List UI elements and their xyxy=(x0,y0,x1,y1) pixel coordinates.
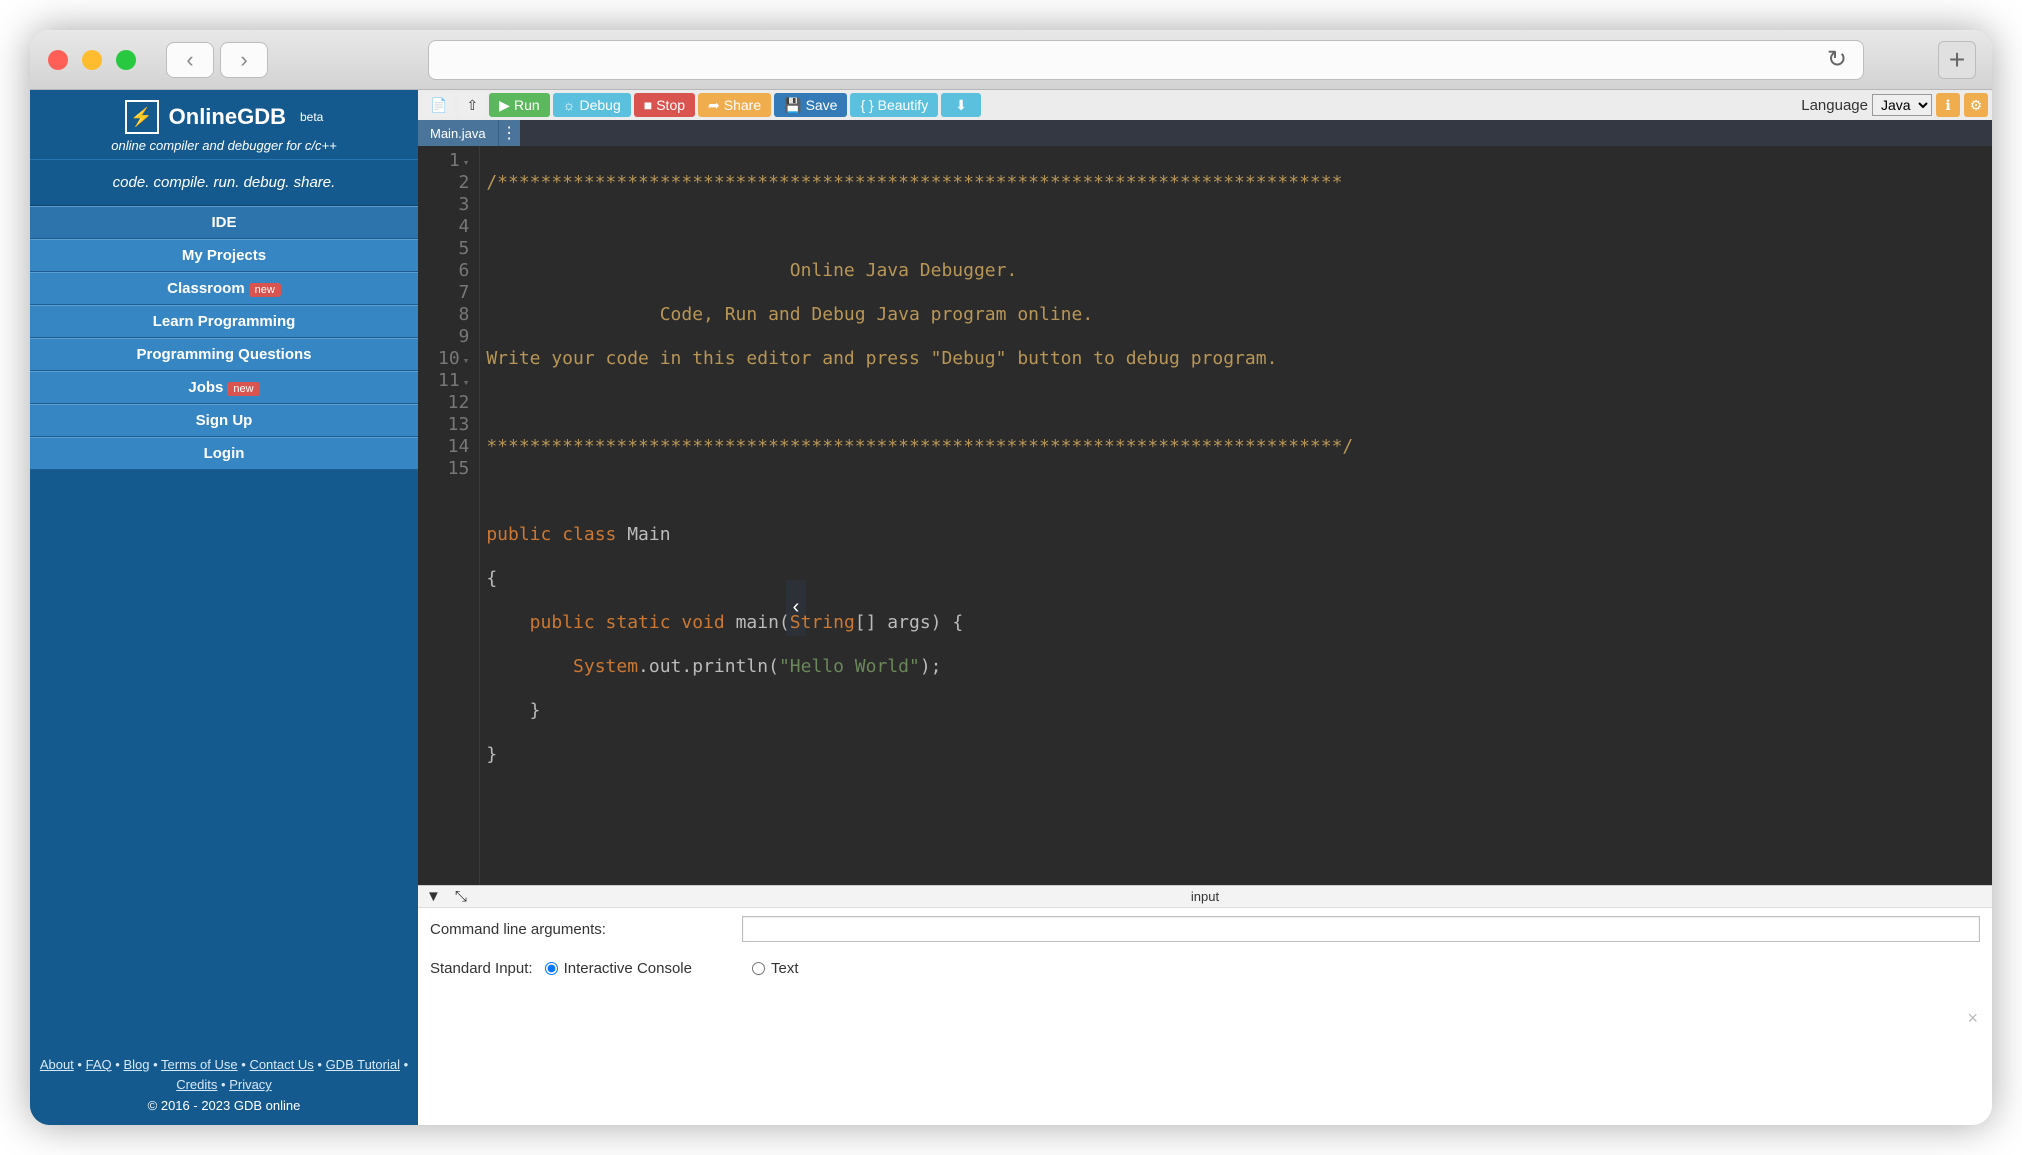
sidebar-item-jobs[interactable]: Jobsnew xyxy=(30,371,418,404)
footer-link-contact[interactable]: Contact Us xyxy=(249,1057,313,1072)
stdin-text-radio[interactable] xyxy=(752,962,765,975)
footer-link-faq[interactable]: FAQ xyxy=(86,1057,112,1072)
footer-link-credits[interactable]: Credits xyxy=(176,1077,217,1092)
share-icon: ➦ xyxy=(708,97,720,114)
brand-name: OnlineGDB xyxy=(169,104,286,130)
chevron-down-icon[interactable]: ▼ xyxy=(426,888,441,905)
main-area: ‹ 📄 ⇧ ▶Run ☼Debug ■Stop ➦Share 💾Save { }… xyxy=(418,90,1992,1125)
beta-badge: beta xyxy=(300,110,323,124)
file-tab-main-java[interactable]: Main.java xyxy=(418,120,498,146)
stdin-interactive-radio[interactable] xyxy=(545,962,558,975)
copyright-text: © 2016 - 2023 GDB online xyxy=(36,1096,412,1117)
stdin-label: Standard Input: xyxy=(430,960,533,977)
forward-button[interactable]: › xyxy=(220,42,268,78)
footer-link-privacy[interactable]: Privacy xyxy=(229,1077,272,1092)
new-badge: new xyxy=(249,283,281,297)
back-button[interactable]: ‹ xyxy=(166,42,214,78)
cmd-args-label: Command line arguments: xyxy=(430,921,606,938)
sidebar-footer: About • FAQ • Blog • Terms of Use • Cont… xyxy=(30,1047,418,1125)
cmd-args-input[interactable] xyxy=(742,916,1980,942)
address-bar[interactable]: ↻ xyxy=(428,40,1864,80)
maximize-window-button[interactable] xyxy=(116,50,136,70)
input-panel: ▼ ⤡ input Command line arguments: Standa… xyxy=(418,885,1992,1125)
sidebar-nav: IDE My Projects Classroomnew Learn Progr… xyxy=(30,206,418,470)
brand-subtitle: online compiler and debugger for c/c++ xyxy=(30,138,418,153)
play-icon: ▶ xyxy=(499,97,510,114)
info-icon: ℹ xyxy=(1945,97,1950,114)
logo-icon: ⚡ xyxy=(125,100,159,134)
stop-button[interactable]: ■Stop xyxy=(634,93,695,117)
footer-link-terms[interactable]: Terms of Use xyxy=(161,1057,238,1072)
tab-menu-button[interactable]: ⋮ xyxy=(498,120,520,146)
stdin-interactive-label: Interactive Console xyxy=(564,960,692,977)
close-panel-button[interactable]: × xyxy=(1967,1008,1978,1029)
expand-icon[interactable]: ⤡ xyxy=(455,888,467,905)
reload-icon[interactable]: ↻ xyxy=(1827,45,1847,74)
upload-icon: ⇧ xyxy=(466,97,478,114)
toolbar: 📄 ⇧ ▶Run ☼Debug ■Stop ➦Share 💾Save { } B… xyxy=(418,90,1992,120)
brand-tagline: code. compile. run. debug. share. xyxy=(30,159,418,206)
new-file-button[interactable]: 📄 xyxy=(422,93,455,117)
save-icon: 💾 xyxy=(784,97,801,114)
file-icon: 📄 xyxy=(430,97,447,114)
line-gutter: 1▾ 2 3 4 5 6 7 8 9 10▾ 11▾ 12 13 14 15 xyxy=(418,146,480,885)
language-select[interactable]: Java xyxy=(1872,94,1932,116)
sidebar-item-programming-questions[interactable]: Programming Questions xyxy=(30,338,418,371)
sidebar-item-login[interactable]: Login xyxy=(30,437,418,470)
footer-link-gdb-tutorial[interactable]: GDB Tutorial xyxy=(326,1057,400,1072)
debug-button[interactable]: ☼Debug xyxy=(553,93,631,117)
beautify-button[interactable]: { } Beautify xyxy=(850,93,938,117)
language-label: Language xyxy=(1801,97,1868,114)
minimize-window-button[interactable] xyxy=(82,50,102,70)
sidebar-item-classroom[interactable]: Classroomnew xyxy=(30,272,418,305)
download-icon: ⬇ xyxy=(955,97,967,114)
sidebar-item-ide[interactable]: IDE xyxy=(30,206,418,239)
settings-button[interactable]: ⚙ xyxy=(1964,93,1988,117)
stop-icon: ■ xyxy=(644,97,652,113)
save-button[interactable]: 💾Save xyxy=(774,93,847,117)
stdin-text-label: Text xyxy=(771,960,799,977)
footer-link-about[interactable]: About xyxy=(40,1057,74,1072)
gear-icon: ⚙ xyxy=(1970,97,1983,114)
info-button[interactable]: ℹ xyxy=(1936,93,1960,117)
debug-icon: ☼ xyxy=(563,97,576,113)
sidebar-item-my-projects[interactable]: My Projects xyxy=(30,239,418,272)
sidebar-item-learn-programming[interactable]: Learn Programming xyxy=(30,305,418,338)
close-window-button[interactable] xyxy=(48,50,68,70)
footer-link-blog[interactable]: Blog xyxy=(123,1057,149,1072)
sidebar: ⚡ OnlineGDB beta online compiler and deb… xyxy=(30,90,418,1125)
code-editor[interactable]: 1▾ 2 3 4 5 6 7 8 9 10▾ 11▾ 12 13 14 15 /… xyxy=(418,146,1992,885)
window-controls xyxy=(48,50,136,70)
file-tabs: Main.java ⋮ xyxy=(418,120,1992,146)
browser-window: ‹ › ↻ + ⚡ OnlineGDB beta online compiler… xyxy=(30,30,1992,1125)
sidebar-item-sign-up[interactable]: Sign Up xyxy=(30,404,418,437)
upload-button[interactable]: ⇧ xyxy=(458,93,486,117)
new-badge: new xyxy=(227,382,259,396)
code-content[interactable]: /***************************************… xyxy=(480,146,1992,885)
panel-title: input xyxy=(1191,889,1219,904)
download-button[interactable]: ⬇ xyxy=(941,93,981,117)
share-button[interactable]: ➦Share xyxy=(698,93,771,117)
sidebar-header: ⚡ OnlineGDB beta online compiler and deb… xyxy=(30,90,418,159)
browser-titlebar: ‹ › ↻ + xyxy=(30,30,1992,90)
new-tab-button[interactable]: + xyxy=(1938,41,1976,79)
run-button[interactable]: ▶Run xyxy=(489,93,549,117)
